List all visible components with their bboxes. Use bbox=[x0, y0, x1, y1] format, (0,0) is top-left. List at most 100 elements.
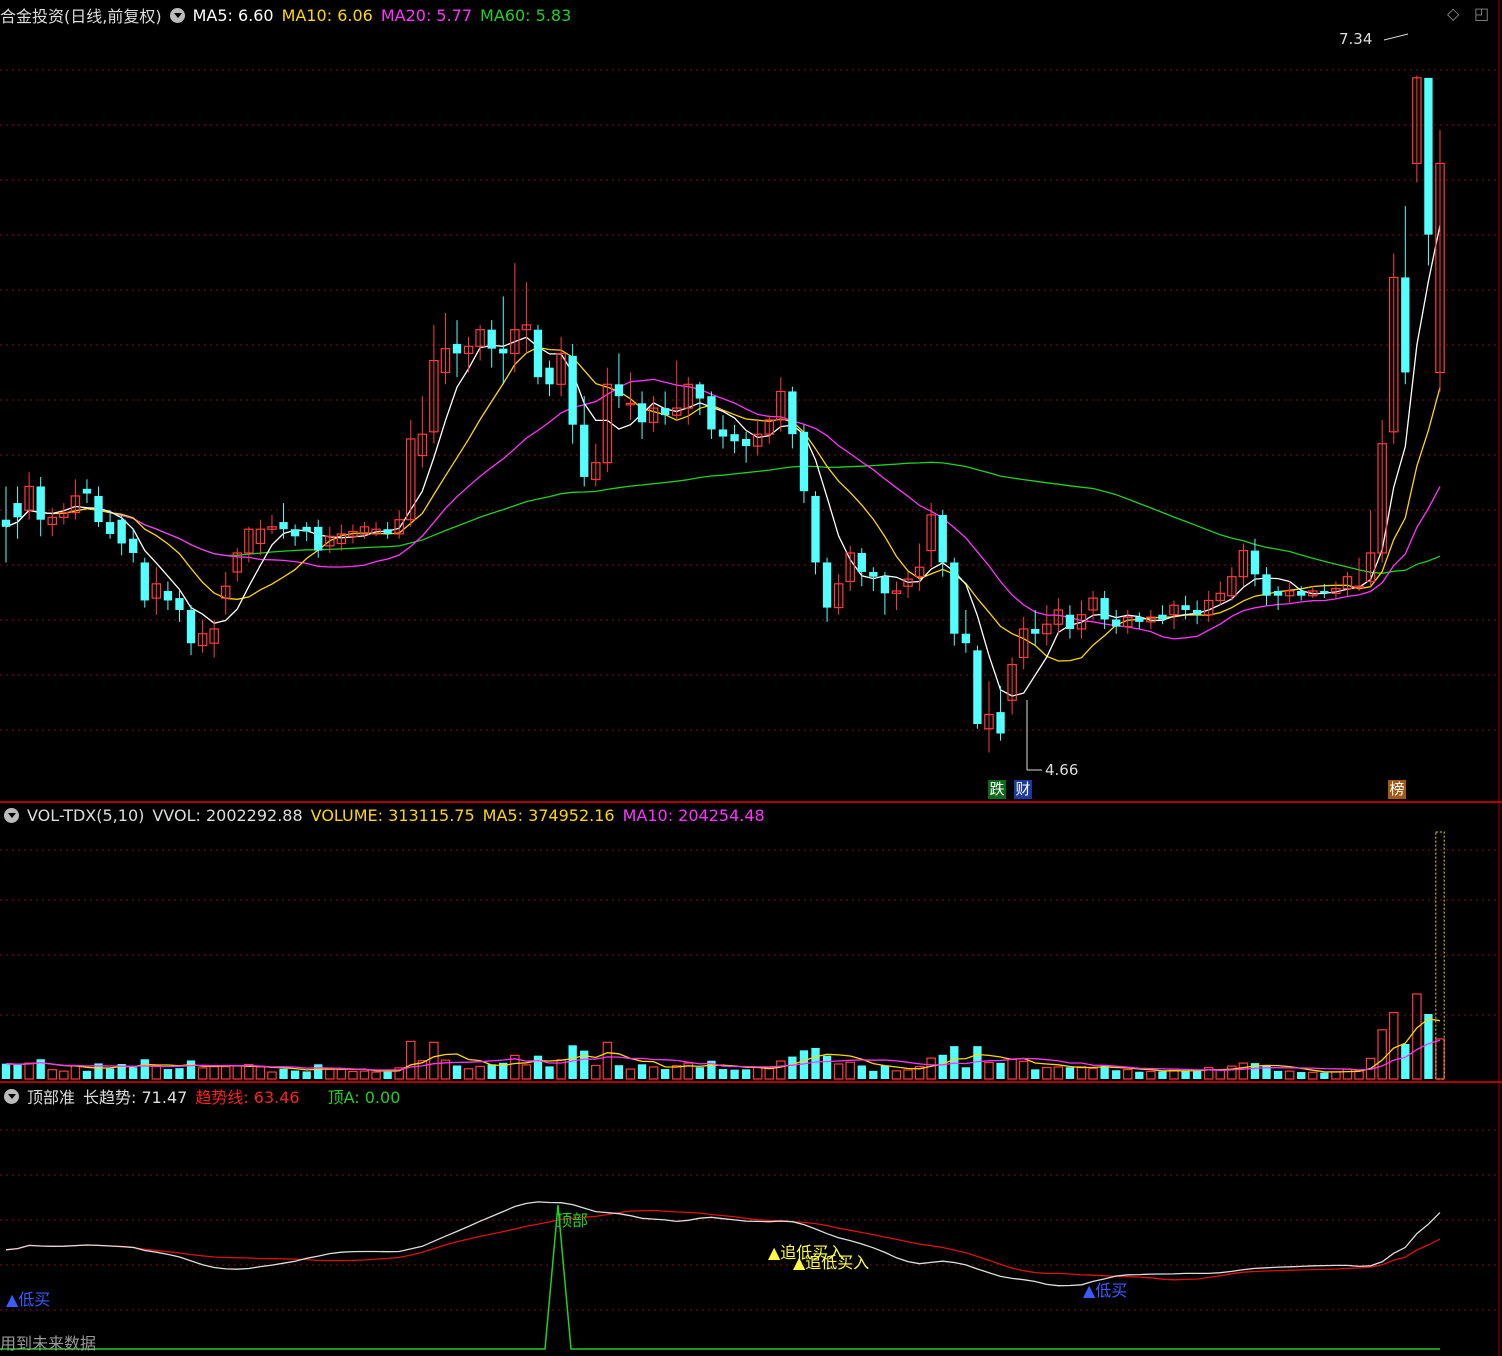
candle-body bbox=[452, 343, 462, 354]
volume-bar bbox=[1435, 1038, 1445, 1080]
volume-bar bbox=[811, 1047, 820, 1079]
volume-bar bbox=[232, 1065, 243, 1080]
volume-bar bbox=[487, 1064, 496, 1079]
restore-icon[interactable]: ◰ bbox=[1474, 4, 1489, 23]
candle-body bbox=[1100, 598, 1109, 620]
volume-bar bbox=[1273, 1070, 1283, 1079]
volume-bar bbox=[1297, 1072, 1306, 1079]
trend-line-value: 趋势线: 63.46 bbox=[195, 1088, 300, 1107]
volume-bar bbox=[752, 1066, 763, 1080]
volume-bar bbox=[129, 1067, 138, 1079]
candle-body bbox=[487, 329, 496, 349]
tag-fall[interactable]: 跌 bbox=[988, 780, 1006, 799]
candle-body bbox=[1192, 609, 1202, 615]
candle-body bbox=[973, 650, 982, 724]
candle-body bbox=[1297, 590, 1306, 596]
volume-bar bbox=[1401, 1044, 1410, 1079]
candle-body bbox=[695, 384, 705, 399]
chart-canvas[interactable] bbox=[0, 0, 1502, 1356]
volume-value: VOLUME: 313115.75 bbox=[310, 805, 475, 825]
volume-bar bbox=[186, 1060, 196, 1079]
volume-bar bbox=[1284, 1070, 1295, 1080]
candle-body bbox=[718, 429, 728, 437]
volume-bar bbox=[614, 1065, 624, 1079]
candle-body bbox=[290, 529, 300, 537]
candle-body bbox=[1, 519, 11, 527]
volume-bar bbox=[533, 1055, 543, 1079]
volume-bar bbox=[105, 1068, 115, 1079]
candle-body bbox=[1424, 77, 1433, 235]
candle-body bbox=[568, 355, 577, 425]
candle-body bbox=[140, 562, 149, 601]
candle-body bbox=[1320, 590, 1329, 594]
candle-body bbox=[1262, 574, 1271, 596]
high-marker bbox=[1383, 33, 1409, 41]
ma10-line bbox=[5, 346, 1441, 662]
candle-body bbox=[1273, 590, 1283, 596]
volume-bar bbox=[371, 1071, 381, 1080]
candle-body bbox=[302, 526, 311, 532]
volume-ma10-line bbox=[5, 1039, 1441, 1071]
volume-bar bbox=[869, 1070, 878, 1079]
volume-bar bbox=[926, 1057, 936, 1080]
ma60-value: MA60: 5.83 bbox=[480, 5, 572, 25]
signal-low-buy-2: ▲低买 bbox=[1083, 1281, 1128, 1300]
volume-panel-header: VOL-TDX(5,10) VVOL: 2002292.88 VOLUME: 3… bbox=[0, 803, 773, 827]
volume-bar bbox=[591, 1064, 601, 1080]
ma20-value: MA20: 5.77 bbox=[380, 5, 473, 25]
volume-bar bbox=[1215, 1069, 1226, 1080]
candle-body bbox=[614, 384, 624, 397]
volume-bar bbox=[1088, 1067, 1098, 1080]
volume-bar bbox=[1238, 1062, 1249, 1080]
candle-body bbox=[661, 408, 670, 416]
candle-body bbox=[880, 576, 890, 594]
volume-bar bbox=[1076, 1066, 1087, 1080]
volume-bar bbox=[209, 1066, 219, 1080]
volume-bar bbox=[602, 1041, 613, 1080]
main-panel-header: 合金投资(日线,前复权) MA5: 6.60 MA10: 6.06 MA20: … bbox=[0, 3, 579, 27]
volume-bar bbox=[359, 1070, 370, 1080]
volume-bar bbox=[267, 1071, 277, 1080]
diamond-icon[interactable]: ◇ bbox=[1447, 4, 1459, 23]
candle-body bbox=[186, 609, 196, 644]
candle-body bbox=[938, 514, 947, 563]
volume-bar bbox=[833, 1063, 844, 1080]
volume-panel-title: VOL-TDX(5,10) bbox=[27, 805, 145, 825]
volume-bar bbox=[13, 1064, 22, 1079]
volume-bar bbox=[348, 1070, 358, 1080]
volume-bar bbox=[938, 1054, 947, 1079]
candle-body bbox=[36, 486, 45, 520]
volume-bar bbox=[336, 1068, 347, 1080]
volume-bar bbox=[325, 1068, 335, 1080]
volume-bar bbox=[1007, 1058, 1017, 1080]
volume-bar bbox=[961, 1067, 971, 1079]
main-indicator-menu-button[interactable] bbox=[169, 7, 185, 23]
volume-bar bbox=[984, 1061, 994, 1080]
long-trend-line bbox=[5, 1201, 1441, 1287]
tag-ranking[interactable]: 榜 bbox=[1388, 780, 1406, 799]
tag-finance[interactable]: 财 bbox=[1014, 780, 1032, 799]
candle-body bbox=[869, 571, 878, 577]
volume-bar bbox=[1192, 1070, 1202, 1079]
volume-bar bbox=[59, 1070, 69, 1080]
signal-low-buy-1: ▲低买 bbox=[6, 1290, 51, 1309]
top-signal-line bbox=[0, 1204, 1440, 1350]
volume-bar bbox=[47, 1069, 58, 1080]
volume-bar bbox=[1135, 1071, 1144, 1079]
volume-bar bbox=[764, 1067, 775, 1080]
stock-chart-window: 合金投资(日线,前复权) MA5: 6.60 MA10: 6.06 MA20: … bbox=[0, 0, 1502, 1356]
high-price-label: 7.34 bbox=[1339, 30, 1373, 48]
signal-indicator-menu-button[interactable] bbox=[4, 1088, 19, 1104]
volume-bar bbox=[175, 1068, 184, 1079]
ma60-line bbox=[5, 461, 1441, 574]
volume-bar bbox=[845, 1061, 855, 1080]
volume-bar bbox=[661, 1069, 670, 1079]
volume-bar bbox=[1053, 1066, 1064, 1080]
volume-bar bbox=[82, 1070, 92, 1079]
volume-indicator-menu-button[interactable] bbox=[4, 807, 19, 823]
volume-bar bbox=[314, 1064, 323, 1079]
volume-bar bbox=[1354, 1070, 1364, 1080]
candle-body bbox=[637, 403, 647, 423]
volume-bar bbox=[140, 1059, 149, 1079]
candle-body bbox=[1401, 277, 1410, 373]
